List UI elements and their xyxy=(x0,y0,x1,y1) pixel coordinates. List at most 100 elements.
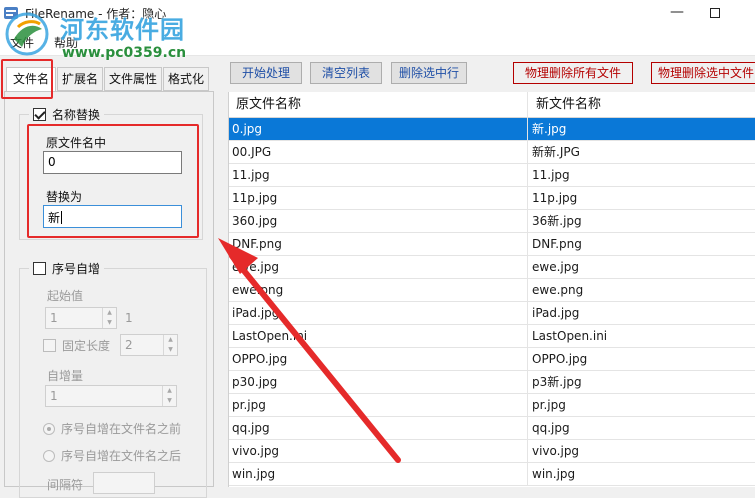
table-row[interactable]: pr.jpg pr.jpg xyxy=(229,394,755,417)
spin-up-icon[interactable]: ▲ xyxy=(163,386,176,396)
cell-new-name: OPPO.jpg xyxy=(532,352,588,366)
from-input[interactable]: 0 xyxy=(43,151,182,174)
menu-help[interactable]: 帮助 xyxy=(54,34,78,51)
start-value: 1 xyxy=(50,311,58,325)
table-row[interactable]: 11p.jpg 11p.jpg xyxy=(229,187,755,210)
name-replace-checkbox[interactable] xyxy=(33,107,46,121)
table-row[interactable]: p30.jpg p3新.jpg xyxy=(229,371,755,394)
separator-input[interactable] xyxy=(93,472,155,494)
radio-before[interactable] xyxy=(43,422,55,435)
cell-original-name: win.jpg xyxy=(229,463,528,486)
fixed-length-stepper[interactable]: 2 ▲ ▼ xyxy=(120,334,178,356)
step-label: 自增量 xyxy=(47,369,84,383)
tab-file-attributes[interactable]: 文件属性 xyxy=(104,67,162,91)
radio-after-row[interactable]: 序号自增在文件名之后 xyxy=(43,447,181,464)
cell-original-name: p30.jpg xyxy=(229,371,528,394)
table-row[interactable]: iPad.jpg iPad.jpg xyxy=(229,302,755,325)
sequence-header: 序号自增 xyxy=(29,260,105,276)
spin-down-icon[interactable]: ▼ xyxy=(164,345,177,355)
cell-new-name: 11.jpg xyxy=(532,168,570,182)
start-button[interactable]: 开始处理 xyxy=(230,62,302,84)
radio-after[interactable] xyxy=(43,449,55,462)
start-value-label: 起始值 xyxy=(47,289,84,303)
clear-list-button[interactable]: 清空列表 xyxy=(310,62,382,84)
start-value-stepper[interactable]: 1 ▲ ▼ xyxy=(45,307,117,329)
cell-new-name: ewe.jpg xyxy=(532,260,579,274)
cell-new-name: p3新.jpg xyxy=(532,375,582,389)
name-replace-header: 名称替换 xyxy=(29,106,105,122)
spin-up-icon[interactable]: ▲ xyxy=(164,335,177,345)
table-row[interactable]: 00.JPG 新新.JPG xyxy=(229,141,755,164)
cell-original-name: 360.jpg xyxy=(229,210,528,233)
radio-before-row[interactable]: 序号自增在文件名之前 xyxy=(43,420,181,437)
cell-new-name: vivo.jpg xyxy=(532,444,580,458)
remove-selected-row-button[interactable]: 删除选中行 xyxy=(391,62,467,84)
delete-selected-files-button[interactable]: 物理删除选中文件 xyxy=(651,62,755,84)
to-label: 替换为 xyxy=(46,190,83,204)
maximize-button[interactable] xyxy=(705,4,725,24)
file-table[interactable]: 原文件名称 新文件名称 0.jpg 新.jpg 00.JPG 新新.JPG 11.jpg… xyxy=(228,92,755,487)
sequence-checkbox[interactable] xyxy=(33,261,46,275)
table-header: 原文件名称 新文件名称 xyxy=(229,92,755,118)
radio-before-label: 序号自增在文件名之前 xyxy=(61,422,182,436)
table-row[interactable]: DNF.png DNF.png xyxy=(229,233,755,256)
table-row[interactable]: ewe.jpg ewe.jpg xyxy=(229,256,755,279)
spin-down-icon[interactable]: ▼ xyxy=(103,318,116,328)
cell-original-name: pr.jpg xyxy=(229,394,528,417)
menu-bar: 文件 帮助 xyxy=(0,28,755,56)
step-value: 1 xyxy=(50,389,58,403)
cell-new-name: pr.jpg xyxy=(532,398,566,412)
cell-original-name: 11.jpg xyxy=(229,164,528,187)
minimize-button[interactable]: — xyxy=(667,3,687,23)
table-row[interactable]: OPPO.jpg OPPO.jpg xyxy=(229,348,755,371)
table-row[interactable]: ewe.png ewe.png xyxy=(229,279,755,302)
sequence-label: 序号自增 xyxy=(52,261,101,276)
step-spin[interactable]: ▲ ▼ xyxy=(162,386,176,406)
cell-new-name: iPad.jpg xyxy=(532,306,580,320)
table-row[interactable]: 360.jpg 36新.jpg xyxy=(229,210,755,233)
cell-original-name: 11p.jpg xyxy=(229,187,528,210)
spin-down-icon[interactable]: ▼ xyxy=(163,396,176,406)
text-caret xyxy=(61,211,63,224)
start-value-spin[interactable]: ▲ ▼ xyxy=(102,308,116,328)
delete-all-files-button[interactable]: 物理删除所有文件 xyxy=(513,62,633,84)
window-title: FileRename - 作者：隐心 xyxy=(25,7,167,21)
fixed-length-spin[interactable]: ▲ ▼ xyxy=(163,335,177,355)
cell-new-name: 新新.JPG xyxy=(532,145,580,159)
table-row[interactable]: win.jpg win.jpg xyxy=(229,463,755,486)
table-row[interactable]: qq.jpg qq.jpg xyxy=(229,417,755,440)
tab-panel-filename: 名称替换 原文件名中 0 替换为 新 序号自增 起始值 1 ▲ ▼ 1 固定长度 … xyxy=(4,91,214,498)
step-stepper[interactable]: 1 ▲ ▼ xyxy=(45,385,177,407)
title-bar: FileRename - 作者：隐心 — xyxy=(0,0,755,28)
menu-file[interactable]: 文件 xyxy=(10,34,34,51)
cell-new-name: 36新.jpg xyxy=(532,214,582,228)
cell-original-name: ewe.png xyxy=(229,279,528,302)
separator-label: 间隔符 xyxy=(47,478,84,492)
table-row[interactable]: LastOpen.ini LastOpen.ini xyxy=(229,325,755,348)
cell-new-name: DNF.png xyxy=(532,237,582,251)
fixed-length-checkbox[interactable] xyxy=(43,339,56,352)
cell-original-name: OPPO.jpg xyxy=(229,348,528,371)
table-row[interactable]: 0.jpg 新.jpg xyxy=(229,118,755,141)
table-body: 0.jpg 新.jpg 00.JPG 新新.JPG 11.jpg 11.jpg 11p.jp… xyxy=(229,118,755,486)
spin-up-icon[interactable]: ▲ xyxy=(103,308,116,318)
header-new-name[interactable]: 新文件名称 xyxy=(529,92,755,118)
to-input[interactable]: 新 xyxy=(43,205,182,228)
tab-format[interactable]: 格式化 xyxy=(163,67,209,91)
name-replace-label: 名称替换 xyxy=(52,107,101,122)
cell-original-name: LastOpen.ini xyxy=(229,325,528,348)
cell-new-name: LastOpen.ini xyxy=(532,329,608,343)
table-row[interactable]: vivo.jpg vivo.jpg xyxy=(229,440,755,463)
tab-filename[interactable]: 文件名 xyxy=(6,67,56,93)
table-row[interactable]: 11.jpg 11.jpg xyxy=(229,164,755,187)
tab-extension[interactable]: 扩展名 xyxy=(57,67,103,91)
maximize-icon xyxy=(710,8,720,18)
cell-original-name: iPad.jpg xyxy=(229,302,528,325)
radio-after-label: 序号自增在文件名之后 xyxy=(61,449,182,463)
cell-new-name: 11p.jpg xyxy=(532,191,578,205)
fixed-length-label: 固定长度 xyxy=(62,339,111,353)
from-label: 原文件名中 xyxy=(46,136,107,150)
cell-new-name: win.jpg xyxy=(532,467,576,481)
header-original-name[interactable]: 原文件名称 xyxy=(229,92,528,118)
fixed-length-row: 固定长度 xyxy=(43,337,110,354)
